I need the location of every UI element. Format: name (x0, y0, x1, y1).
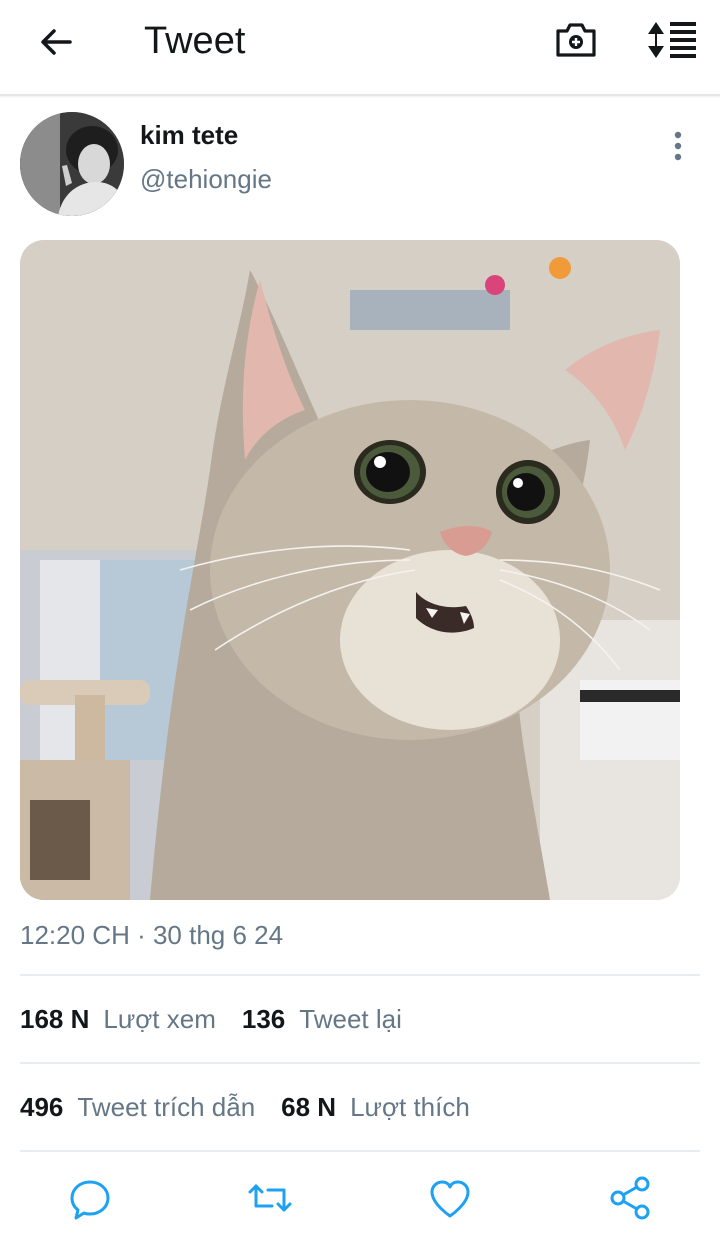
retweets-label[interactable]: Tweet lại (299, 1004, 402, 1035)
page-title: Tweet (144, 20, 246, 62)
top-app-bar: Tweet (0, 0, 720, 96)
divider (20, 974, 700, 976)
quotes-label[interactable]: Tweet trích dẫn (77, 1092, 255, 1123)
retweet-icon[interactable] (246, 1174, 294, 1222)
divider (20, 1150, 700, 1152)
avatar[interactable] (20, 112, 124, 216)
author-name[interactable]: kim tete (140, 120, 238, 151)
reply-icon[interactable] (66, 1174, 114, 1222)
tweet-timestamp: 12:20 CH · 30 thg 6 24 (20, 920, 284, 950)
likes-label[interactable]: Lượt thích (350, 1092, 470, 1123)
stats-row-2: 496 Tweet trích dẫn 68 N Lượt thích (20, 1092, 470, 1123)
camera-plus-icon[interactable] (552, 16, 600, 64)
like-icon[interactable] (426, 1174, 474, 1222)
retweets-count: 136 (241, 1004, 286, 1034)
likes-count: 68 N (281, 1092, 337, 1122)
stats-row-1: 168 N Lượt xem 136 Tweet lại (20, 1004, 402, 1035)
sort-list-icon[interactable] (644, 16, 700, 64)
views-count: 168 N (20, 1004, 90, 1034)
tweet-media-cat-photo[interactable] (20, 240, 680, 900)
more-options-icon[interactable] (664, 130, 692, 164)
divider (20, 1062, 700, 1064)
author-handle[interactable]: @tehiongie (140, 164, 272, 195)
share-icon[interactable] (606, 1174, 654, 1222)
quotes-count: 496 (20, 1092, 64, 1122)
arrow-left-icon[interactable] (34, 20, 78, 64)
views-label[interactable]: Lượt xem (103, 1004, 215, 1035)
